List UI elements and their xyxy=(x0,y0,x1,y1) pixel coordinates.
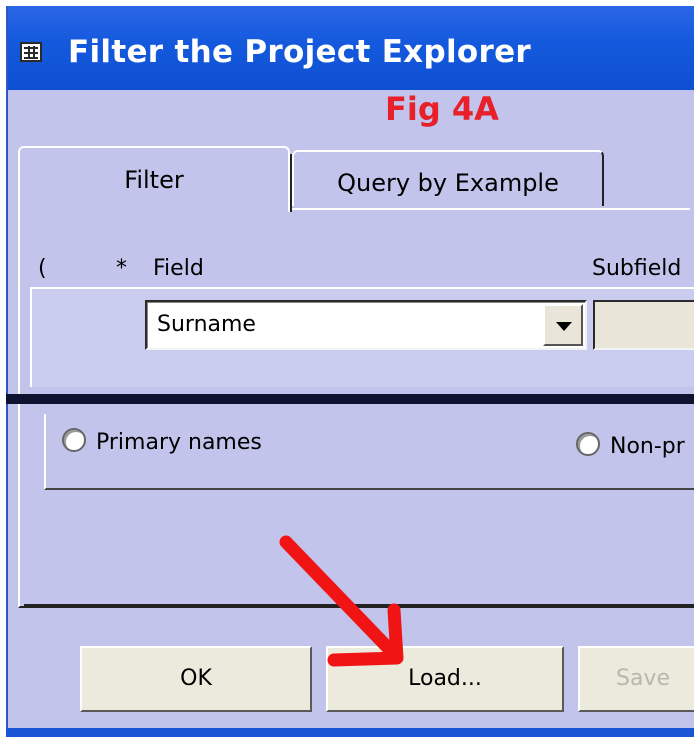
non-primary-radio[interactable] xyxy=(576,432,600,456)
table-icon xyxy=(20,42,42,62)
title-bar[interactable]: Filter the Project Explorer xyxy=(8,6,694,90)
primary-names-label: Primary names xyxy=(96,430,262,455)
panel-bottom-border xyxy=(24,604,694,606)
window-title: Filter the Project Explorer xyxy=(68,34,531,70)
chevron-down-icon[interactable] xyxy=(543,304,583,346)
star-column-header: * xyxy=(116,256,127,281)
image-divider-line xyxy=(6,394,694,404)
load-button[interactable]: Load... xyxy=(326,646,564,712)
tab-query-by-example[interactable]: Query by Example xyxy=(292,150,604,206)
field-column-header: Field xyxy=(153,256,204,281)
ok-button[interactable]: OK xyxy=(80,646,312,712)
field-select-value: Surname xyxy=(157,312,256,337)
save-button[interactable]: Save xyxy=(578,646,694,712)
paren-column-header: ( xyxy=(38,256,47,281)
primary-names-radio[interactable] xyxy=(62,428,86,452)
tab-filter[interactable]: Filter xyxy=(18,146,292,212)
window-bottom-edge xyxy=(6,728,694,737)
subfield-input[interactable] xyxy=(593,300,694,350)
subfield-column-header: Subfield xyxy=(592,256,682,281)
field-select[interactable]: Surname xyxy=(145,300,587,350)
fig-label: Fig 4A xyxy=(385,90,499,128)
non-primary-label: Non-pr xyxy=(610,434,685,459)
